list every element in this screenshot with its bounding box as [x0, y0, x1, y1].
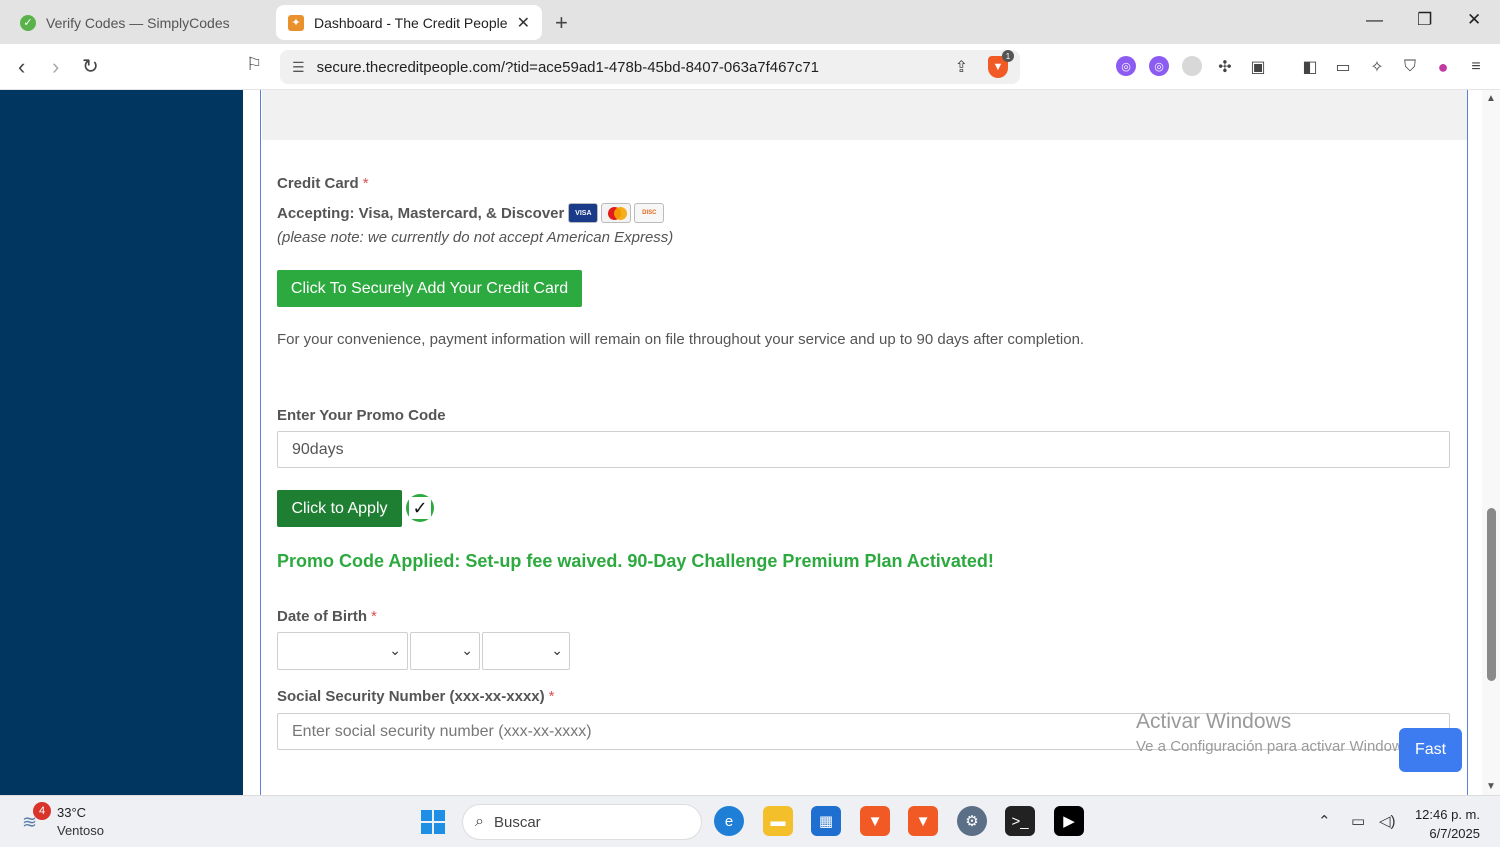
- forward-icon[interactable]: ›: [52, 54, 59, 80]
- scrollbar-thumb[interactable]: [1487, 508, 1496, 681]
- required-mark: *: [362, 175, 369, 192]
- simplycodes-icon: ✓: [20, 14, 36, 31]
- convenience-text: For your convenience, payment informatio…: [277, 331, 1085, 348]
- tab-simplycodes[interactable]: ✓ Verify Codes — SimplyCodes: [8, 5, 270, 40]
- search-icon: ⌕: [475, 813, 484, 830]
- address-bar[interactable]: ☰ secure.thecreditpeople.com/?tid=ace59a…: [280, 50, 1020, 84]
- mastercard-icon: [601, 203, 632, 223]
- sidebar-toggle-icon[interactable]: ◧: [1299, 56, 1321, 78]
- wallet-icon[interactable]: ▭: [1332, 56, 1354, 78]
- required-mark: *: [548, 688, 555, 705]
- file-explorer-icon[interactable]: ▬: [763, 806, 793, 836]
- extension-gray-icon[interactable]: [1182, 56, 1202, 76]
- page-sidebar: [0, 90, 243, 795]
- scroll-up-icon[interactable]: ▲: [1486, 93, 1496, 104]
- search-placeholder: Buscar: [493, 813, 541, 831]
- activate-windows-title: Activar Windows: [1136, 710, 1292, 733]
- date-of-birth-label: Date of Birth *: [277, 608, 377, 625]
- network-icon[interactable]: ▭: [1351, 812, 1365, 830]
- section-divider: [262, 90, 1467, 140]
- dob-year-select[interactable]: ⌄: [482, 632, 570, 670]
- reload-icon[interactable]: ↻: [82, 54, 99, 79]
- close-window-icon[interactable]: ✕: [1467, 10, 1481, 30]
- dob-day-select[interactable]: ⌄: [410, 632, 480, 670]
- extension-purple-icon[interactable]: ◎: [1116, 56, 1136, 76]
- required-mark: *: [371, 608, 377, 625]
- chevron-down-icon: ⌄: [551, 642, 563, 658]
- leo-ai-icon[interactable]: ✧: [1366, 56, 1388, 78]
- back-icon[interactable]: ‹: [18, 54, 25, 80]
- brave-active-icon[interactable]: ▼: [908, 806, 938, 836]
- browser-toolbar: ‹ › ↻ ⚐ ☰ secure.thecreditpeople.com/?ti…: [0, 44, 1500, 90]
- system-clock[interactable]: 12:46 p. m. 6/7/2025: [1415, 805, 1480, 843]
- chevron-down-icon: ⌄: [389, 642, 401, 658]
- minimize-icon[interactable]: —: [1366, 10, 1383, 30]
- fast-button[interactable]: Fast: [1399, 728, 1462, 772]
- add-credit-card-button[interactable]: Click To Securely Add Your Credit Card: [277, 270, 582, 307]
- windows-start-icon[interactable]: [421, 810, 445, 834]
- visa-icon: VISA: [568, 203, 599, 223]
- tab-strip: ✓ Verify Codes — SimplyCodes ✦ Dashboard…: [0, 0, 1500, 44]
- accepting-text: Accepting: Visa, Mastercard, & Discover: [277, 204, 565, 222]
- apply-promo-button[interactable]: Click to Apply: [277, 490, 402, 527]
- brave-shields-icon[interactable]: ▼ 1: [988, 50, 1014, 78]
- accepted-cards-line: Accepting: Visa, Mastercard, & Discover …: [277, 203, 665, 223]
- credit-card-label: Credit Card *: [277, 175, 369, 192]
- promo-code-input[interactable]: 90days: [277, 431, 1450, 468]
- weather-condition[interactable]: Ventoso: [57, 823, 104, 838]
- clock-date: 6/7/2025: [1429, 826, 1480, 841]
- shields-count: 1: [1002, 50, 1014, 62]
- windows-taskbar: ≋ 4 33°C Ventoso ⌕ Buscar e ▬ ▦ ▼ ▼ ⚙ >_…: [0, 795, 1500, 847]
- ssn-label: Social Security Number (xxx-xx-xxxx) *: [277, 688, 555, 705]
- new-tab-icon[interactable]: +: [555, 10, 568, 36]
- dob-month-select[interactable]: ⌄: [277, 632, 408, 670]
- credit-people-icon: ✦: [288, 14, 304, 31]
- page-scrollbar[interactable]: ▲ ▼: [1482, 90, 1500, 795]
- store-icon[interactable]: ▦: [811, 806, 841, 836]
- discover-icon: DISC: [634, 203, 665, 223]
- edge-icon[interactable]: e: [714, 806, 744, 836]
- promo-code-label: Enter Your Promo Code: [277, 407, 446, 424]
- promo-applied-message: Promo Code Applied: Set-up fee waived. 9…: [277, 551, 994, 571]
- tab-dashboard[interactable]: ✦ Dashboard - The Credit People ✕: [276, 5, 542, 40]
- volume-icon[interactable]: ◁): [1379, 812, 1396, 830]
- tray-chevron-icon[interactable]: ⌃: [1318, 812, 1331, 830]
- chevron-down-icon: ⌄: [461, 642, 473, 658]
- terminal-icon[interactable]: >_: [1005, 806, 1035, 836]
- settings-icon[interactable]: ⚙: [957, 806, 987, 836]
- vpn-shield-icon[interactable]: ⛉: [1399, 56, 1421, 78]
- taskbar-search[interactable]: ⌕ Buscar: [462, 804, 702, 840]
- checkmark-icon: ✓: [406, 494, 434, 522]
- site-settings-icon[interactable]: ☰: [292, 59, 305, 76]
- activate-windows-subtitle: Ve a Configuración para activar Windows.: [1136, 738, 1415, 755]
- url-text: secure.thecreditpeople.com/?tid=ace59ad1…: [316, 58, 820, 76]
- extension-purple2-icon[interactable]: ◎: [1149, 56, 1169, 76]
- brave-icon[interactable]: ▼: [860, 806, 890, 836]
- bookmark-icon[interactable]: ⚐: [246, 54, 262, 75]
- weather-badge: 4: [33, 802, 51, 820]
- tab-title: Verify Codes — SimplyCodes: [46, 14, 230, 31]
- temperature[interactable]: 33°C: [57, 805, 86, 820]
- extensions-puzzle-icon[interactable]: ✣: [1214, 56, 1236, 78]
- clock-time: 12:46 p. m.: [1414, 807, 1480, 822]
- close-tab-icon[interactable]: ✕: [517, 13, 530, 33]
- jetbrains-icon[interactable]: ▶: [1054, 806, 1084, 836]
- menu-icon[interactable]: ≡: [1465, 56, 1487, 78]
- scroll-down-icon[interactable]: ▼: [1486, 781, 1496, 792]
- reader-icon[interactable]: ▣: [1247, 56, 1269, 78]
- amex-note: (please note: we currently do not accept…: [277, 229, 674, 246]
- restore-icon[interactable]: ❐: [1417, 10, 1432, 30]
- tab-title: Dashboard - The Credit People: [314, 14, 508, 31]
- profile-icon[interactable]: ●: [1432, 56, 1454, 78]
- share-icon[interactable]: ⇪: [955, 57, 968, 77]
